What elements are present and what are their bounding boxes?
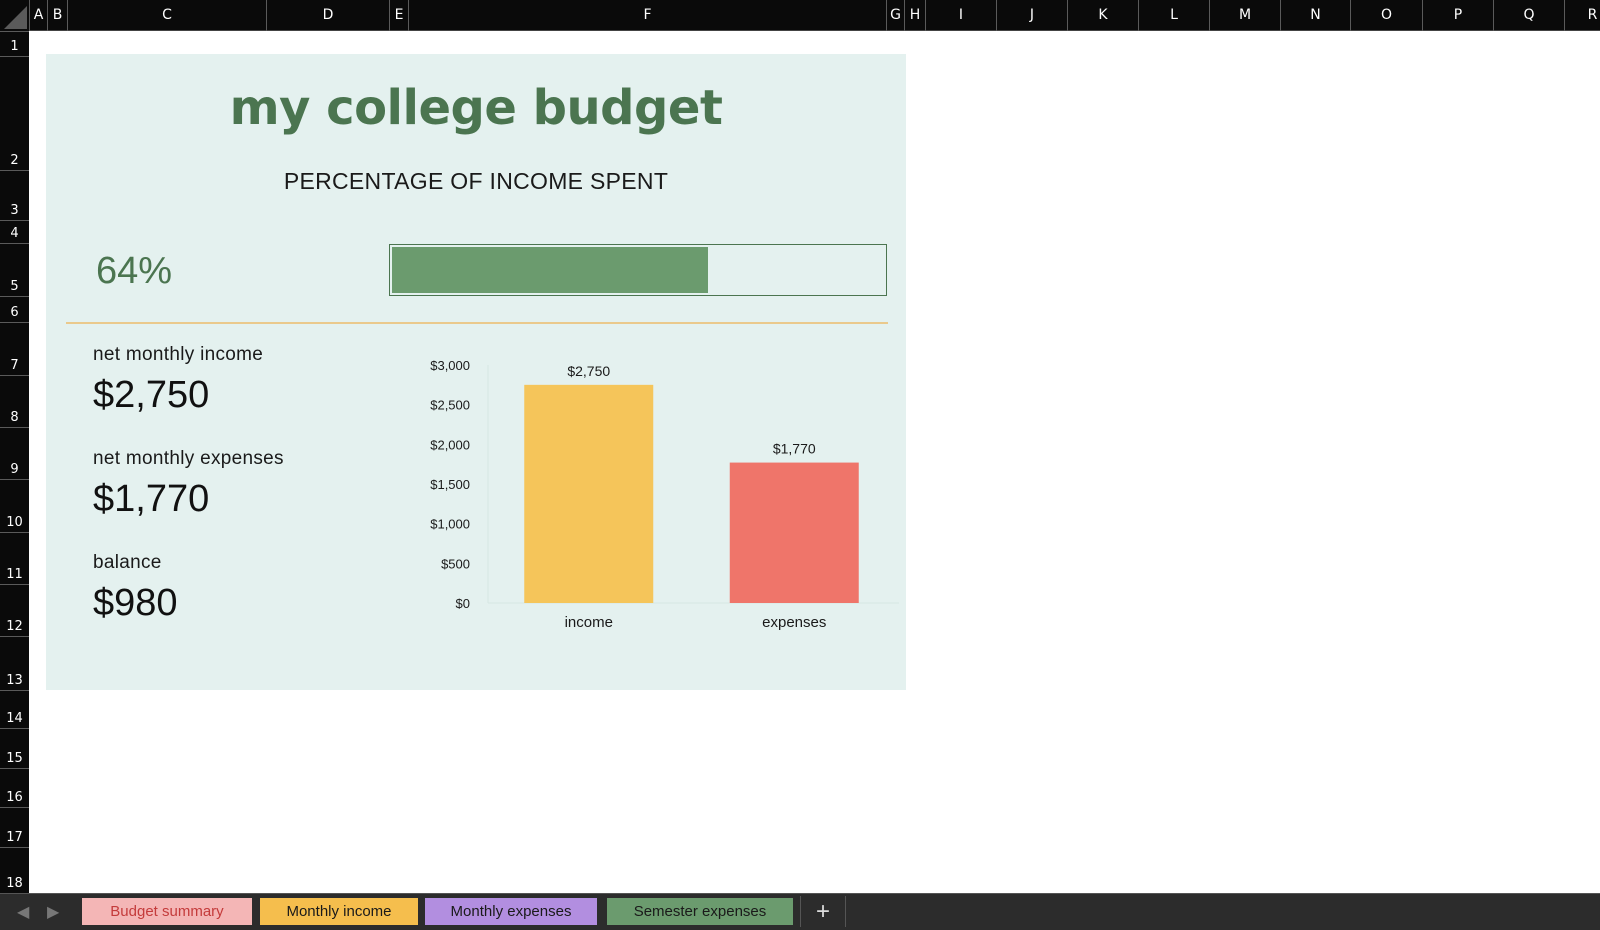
column-header-j[interactable]: J [996,0,1067,31]
row-header-15[interactable]: 15 [0,728,29,768]
chart-category-label: expenses [762,614,826,631]
column-header-r[interactable]: R [1564,0,1600,31]
row-header-14[interactable]: 14 [0,690,29,728]
row-header-1[interactable]: 1 [0,31,29,56]
column-header-h[interactable]: H [904,0,925,31]
column-header-q[interactable]: Q [1493,0,1564,31]
row-header-3[interactable]: 3 [0,170,29,220]
chevron-right-icon[interactable]: ▶ [47,902,59,922]
chart-y-tick-label: $2,500 [430,398,470,413]
column-header-l[interactable]: L [1138,0,1209,31]
column-header-e[interactable]: E [389,0,408,31]
row-header-17[interactable]: 17 [0,807,29,847]
column-header-a[interactable]: A [29,0,47,31]
column-header-f[interactable]: F [408,0,886,31]
chart-y-tick-label: $1,500 [430,477,470,492]
chevron-left-icon[interactable]: ◀ [17,902,29,922]
column-header-c[interactable]: C [67,0,266,31]
column-header-g[interactable]: G [886,0,904,31]
column-header-n[interactable]: N [1280,0,1350,31]
row-header-18[interactable]: 18 [0,847,29,893]
chart-data-label: $2,750 [567,363,610,379]
row-header-16[interactable]: 16 [0,768,29,807]
row-header-9[interactable]: 9 [0,427,29,479]
column-header-bar: ABCDEFGHIJKLMNOPQR [0,0,1600,31]
spreadsheet-app: ABCDEFGHIJKLMNOPQR 1 2 3 4 5 6 7 8 9 10 11 12 13 14 15… [0,0,1600,930]
tab-monthly-expenses[interactable]: Monthly expenses [425,898,597,925]
column-header-o[interactable]: O [1350,0,1422,31]
budget-dashboard: my college budget PERCENTAGE OF INCOME S… [46,54,906,690]
chart-bar-expenses [729,462,859,603]
row-header-12[interactable]: 12 [0,584,29,636]
select-all-corner[interactable] [0,0,29,31]
chart-y-tick-label: $3,000 [430,358,470,373]
row-header-11[interactable]: 11 [0,532,29,584]
column-header-p[interactable]: P [1422,0,1493,31]
add-sheet-button[interactable]: + [800,896,846,927]
chart-category-label: income [565,614,613,631]
column-header-i[interactable]: I [925,0,996,31]
row-header-6[interactable]: 6 [0,296,29,322]
row-header-13[interactable]: 13 [0,636,29,690]
row-header-7[interactable]: 7 [0,322,29,375]
chart-y-tick-label: $0 [456,596,470,611]
column-header-d[interactable]: D [266,0,389,31]
income-expenses-chart[interactable]: $0 $500 $1,000 $1,500 $2,000 $2,500 $3,000 $2,7… [46,54,906,690]
tab-monthly-income[interactable]: Monthly income [260,898,418,925]
chart-y-tick-label: $1,000 [430,517,470,532]
row-header-5[interactable]: 5 [0,243,29,296]
row-header-bar: 1 2 3 4 5 6 7 8 9 10 11 12 13 14 15 16 17 18 [0,31,29,893]
chart-bar-income [524,384,654,603]
column-header-m[interactable]: M [1209,0,1280,31]
column-header-k[interactable]: K [1067,0,1138,31]
column-header-b[interactable]: B [47,0,67,31]
tab-semester-expenses[interactable]: Semester expenses [607,898,793,925]
chart-y-tick-label: $500 [441,556,470,571]
tab-budget-summary[interactable]: Budget summary [82,898,252,925]
row-header-10[interactable]: 10 [0,479,29,532]
row-header-8[interactable]: 8 [0,375,29,427]
sheet-tab-bar: ◀ ▶ Budget summary Monthly income Monthl… [0,893,1600,930]
chart-data-label: $1,770 [773,441,816,457]
row-header-4[interactable]: 4 [0,220,29,243]
row-header-2[interactable]: 2 [0,56,29,170]
chart-y-tick-label: $2,000 [430,437,470,452]
